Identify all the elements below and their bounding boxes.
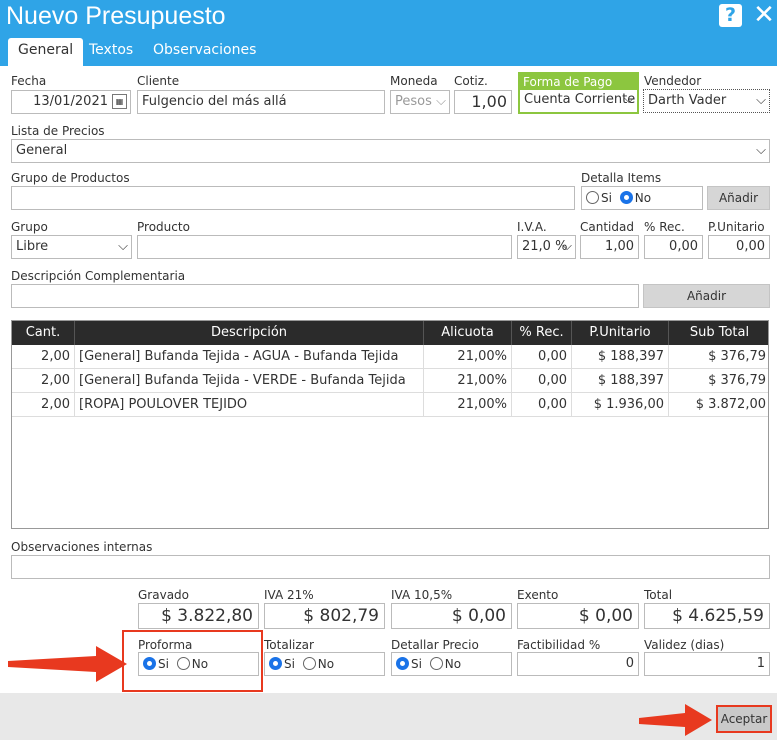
arrow-proforma-icon	[8, 646, 127, 682]
arrow-accept-icon	[639, 704, 712, 736]
annotation-arrows	[8, 646, 712, 736]
